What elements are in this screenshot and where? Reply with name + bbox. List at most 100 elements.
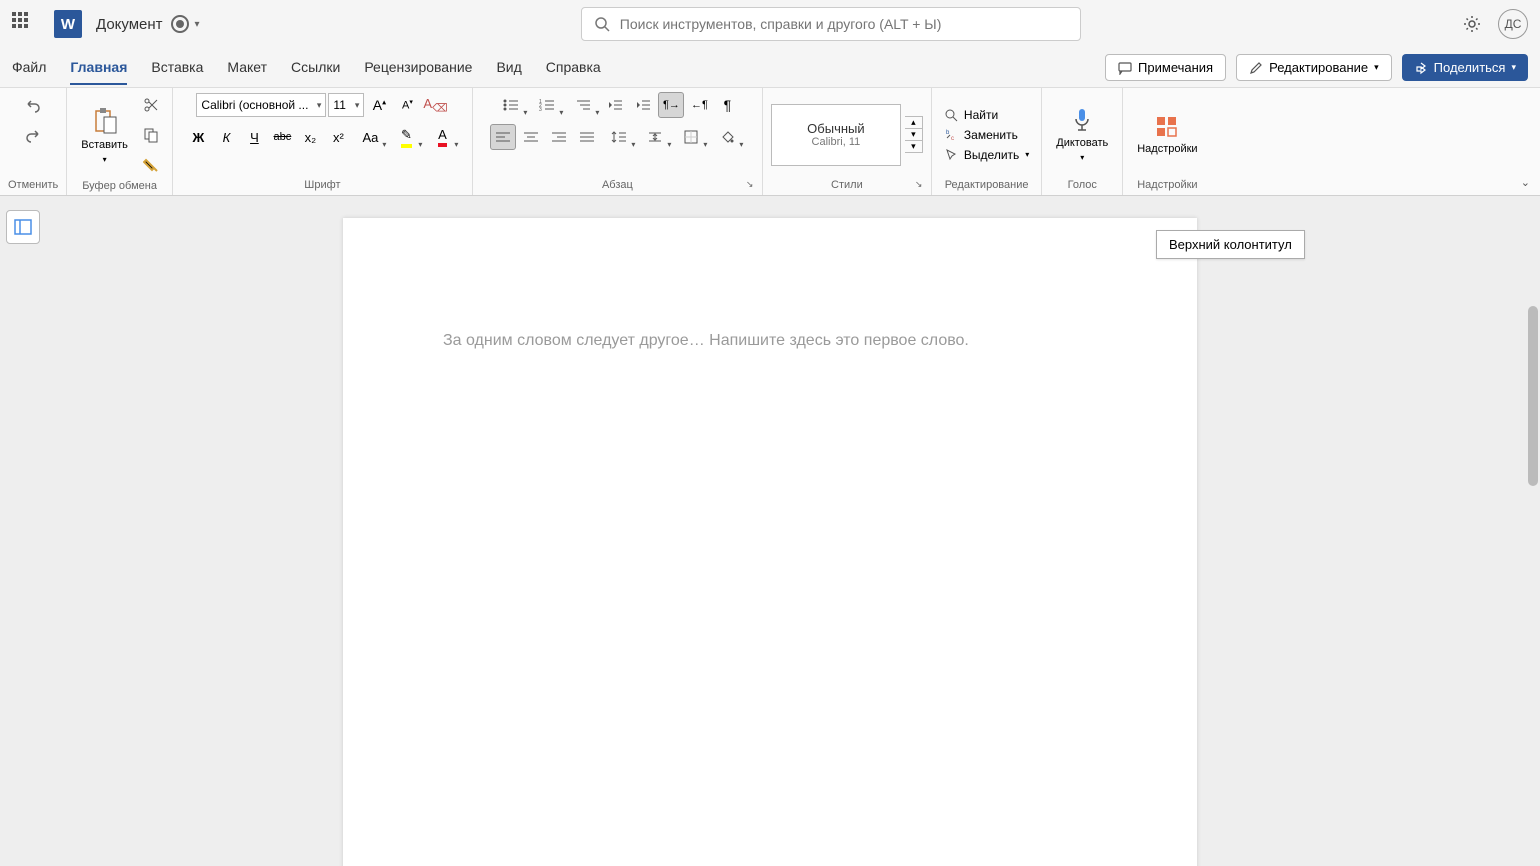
format-painter-button[interactable] bbox=[138, 152, 164, 178]
share-button[interactable]: Поделиться ▾ bbox=[1402, 54, 1528, 81]
borders-button[interactable]: ▾ bbox=[674, 124, 708, 150]
tab-layout[interactable]: Макет bbox=[227, 51, 267, 85]
undo-group: Отменить bbox=[0, 88, 67, 195]
comment-icon bbox=[1118, 61, 1132, 75]
justify-button[interactable] bbox=[574, 124, 600, 150]
user-avatar[interactable]: ДС bbox=[1498, 9, 1528, 39]
chevron-down-icon: ▾ bbox=[1025, 150, 1029, 159]
align-left-button[interactable] bbox=[490, 124, 516, 150]
para-spacing-icon bbox=[647, 130, 663, 144]
highlight-button[interactable]: ✎▾ bbox=[389, 124, 423, 150]
ltr-button[interactable]: ¶→ bbox=[658, 92, 684, 118]
dictate-button[interactable]: Диктовать ▾ bbox=[1050, 103, 1114, 166]
replace-button[interactable]: bc Заменить bbox=[940, 126, 1033, 144]
borders-icon bbox=[684, 130, 698, 144]
styles-group: Обычный Calibri, 11 ▴ ▾ ▾ Стили ↘ bbox=[763, 88, 932, 195]
underline-button[interactable]: Ч bbox=[241, 124, 267, 150]
bullets-button[interactable]: ▾ bbox=[494, 92, 528, 118]
tab-help[interactable]: Справка bbox=[546, 51, 601, 85]
paragraph-dialog-launcher[interactable]: ↘ bbox=[746, 179, 758, 191]
styles-dialog-launcher[interactable]: ↘ bbox=[915, 179, 927, 191]
search-box[interactable] bbox=[581, 7, 1081, 41]
header-region-tag[interactable]: Верхний колонтитул bbox=[1156, 230, 1305, 259]
tab-references[interactable]: Ссылки bbox=[291, 51, 340, 85]
addins-group: Надстройки Надстройки bbox=[1123, 88, 1211, 195]
clear-format-button[interactable]: A⌫ bbox=[422, 92, 448, 118]
align-right-button[interactable] bbox=[546, 124, 572, 150]
tab-home[interactable]: Главная bbox=[70, 51, 127, 85]
document-title[interactable]: Документ bbox=[96, 16, 163, 33]
increase-indent-button[interactable] bbox=[630, 92, 656, 118]
align-center-button[interactable] bbox=[518, 124, 544, 150]
search-icon bbox=[594, 16, 610, 32]
style-expand[interactable]: ▾ bbox=[905, 141, 922, 152]
strikethrough-button[interactable]: abc bbox=[269, 124, 295, 150]
subscript-button[interactable]: x₂ bbox=[297, 124, 323, 150]
grow-font-button[interactable]: A▴ bbox=[366, 92, 392, 118]
settings-button[interactable] bbox=[1462, 14, 1482, 34]
line-spacing-icon bbox=[611, 130, 627, 144]
replace-icon: bc bbox=[944, 128, 958, 142]
redo-button[interactable] bbox=[20, 122, 46, 148]
clipboard-icon bbox=[92, 107, 118, 135]
font-name-combo[interactable]: Calibri (основной ...▾ bbox=[196, 93, 326, 117]
app-launcher-icon[interactable] bbox=[12, 12, 36, 36]
style-scroll-up[interactable]: ▴ bbox=[905, 117, 922, 129]
paste-button[interactable]: Вставить ▾ bbox=[75, 103, 134, 168]
chevron-down-icon: ▾ bbox=[1374, 62, 1379, 73]
editing-mode-button[interactable]: Редактирование ▾ bbox=[1236, 54, 1392, 81]
paragraph-spacing-button[interactable]: ▾ bbox=[638, 124, 672, 150]
ribbon-collapse-button[interactable]: ⌄ bbox=[1521, 176, 1530, 189]
addins-button[interactable]: Надстройки bbox=[1131, 111, 1203, 159]
document-page[interactable]: За одним словом следует другое… Напишите… bbox=[343, 218, 1197, 866]
voice-group: Диктовать ▾ Голос bbox=[1042, 88, 1123, 195]
bold-button[interactable]: Ж bbox=[185, 124, 211, 150]
tab-view[interactable]: Вид bbox=[496, 51, 521, 85]
decrease-indent-button[interactable] bbox=[602, 92, 628, 118]
rtl-button[interactable]: ←¶ bbox=[686, 92, 712, 118]
numbering-button[interactable]: 123▾ bbox=[530, 92, 564, 118]
shading-button[interactable]: ▾ bbox=[710, 124, 744, 150]
undo-button[interactable] bbox=[20, 92, 46, 118]
save-status-icon[interactable] bbox=[171, 15, 189, 33]
find-button[interactable]: Найти bbox=[940, 106, 1033, 124]
style-normal[interactable]: Обычный Calibri, 11 bbox=[771, 104, 901, 166]
document-canvas[interactable]: За одним словом следует другое… Напишите… bbox=[0, 196, 1540, 866]
chevron-down-icon: ▾ bbox=[1080, 153, 1084, 162]
tab-file[interactable]: Файл bbox=[12, 51, 46, 85]
line-spacing-button[interactable]: ▾ bbox=[602, 124, 636, 150]
search-input[interactable] bbox=[620, 16, 1068, 32]
scissors-icon bbox=[143, 97, 159, 113]
outdent-icon bbox=[607, 98, 623, 112]
ribbon-tabs: Файл Главная Вставка Макет Ссылки Реценз… bbox=[0, 48, 1540, 88]
select-button[interactable]: Выделить ▾ bbox=[940, 146, 1033, 164]
font-size-combo[interactable]: 11▾ bbox=[328, 93, 364, 117]
vertical-scrollbar[interactable] bbox=[1526, 196, 1540, 866]
font-color-button[interactable]: A▾ bbox=[425, 124, 459, 150]
style-gallery-scroll: ▴ ▾ ▾ bbox=[905, 116, 923, 153]
superscript-button[interactable]: x² bbox=[325, 124, 351, 150]
tab-insert[interactable]: Вставка bbox=[151, 51, 203, 85]
bullets-icon bbox=[503, 98, 519, 112]
show-marks-button[interactable]: ¶ bbox=[714, 92, 740, 118]
shrink-font-button[interactable]: A▾ bbox=[394, 92, 420, 118]
style-scroll-down[interactable]: ▾ bbox=[905, 129, 922, 141]
scrollbar-thumb[interactable] bbox=[1528, 306, 1538, 486]
multilevel-button[interactable]: ▾ bbox=[566, 92, 600, 118]
change-case-button[interactable]: Aa▾ bbox=[353, 124, 387, 150]
brush-icon bbox=[143, 157, 159, 173]
comments-button[interactable]: Примечания bbox=[1105, 54, 1226, 81]
svg-text:3: 3 bbox=[539, 107, 542, 112]
copy-button[interactable] bbox=[138, 122, 164, 148]
multilevel-icon bbox=[575, 98, 591, 112]
clipboard-group-label: Буфер обмена bbox=[75, 178, 164, 194]
italic-button[interactable]: К bbox=[213, 124, 239, 150]
paste-label: Вставить bbox=[81, 139, 128, 151]
cut-button[interactable] bbox=[138, 92, 164, 118]
navigation-pane-button[interactable] bbox=[6, 210, 40, 244]
redo-icon bbox=[24, 126, 42, 144]
tab-review[interactable]: Рецензирование bbox=[364, 51, 472, 85]
editing-label: Редактирование bbox=[1269, 60, 1368, 75]
justify-icon bbox=[580, 131, 594, 143]
font-group-label: Шрифт bbox=[181, 177, 464, 193]
